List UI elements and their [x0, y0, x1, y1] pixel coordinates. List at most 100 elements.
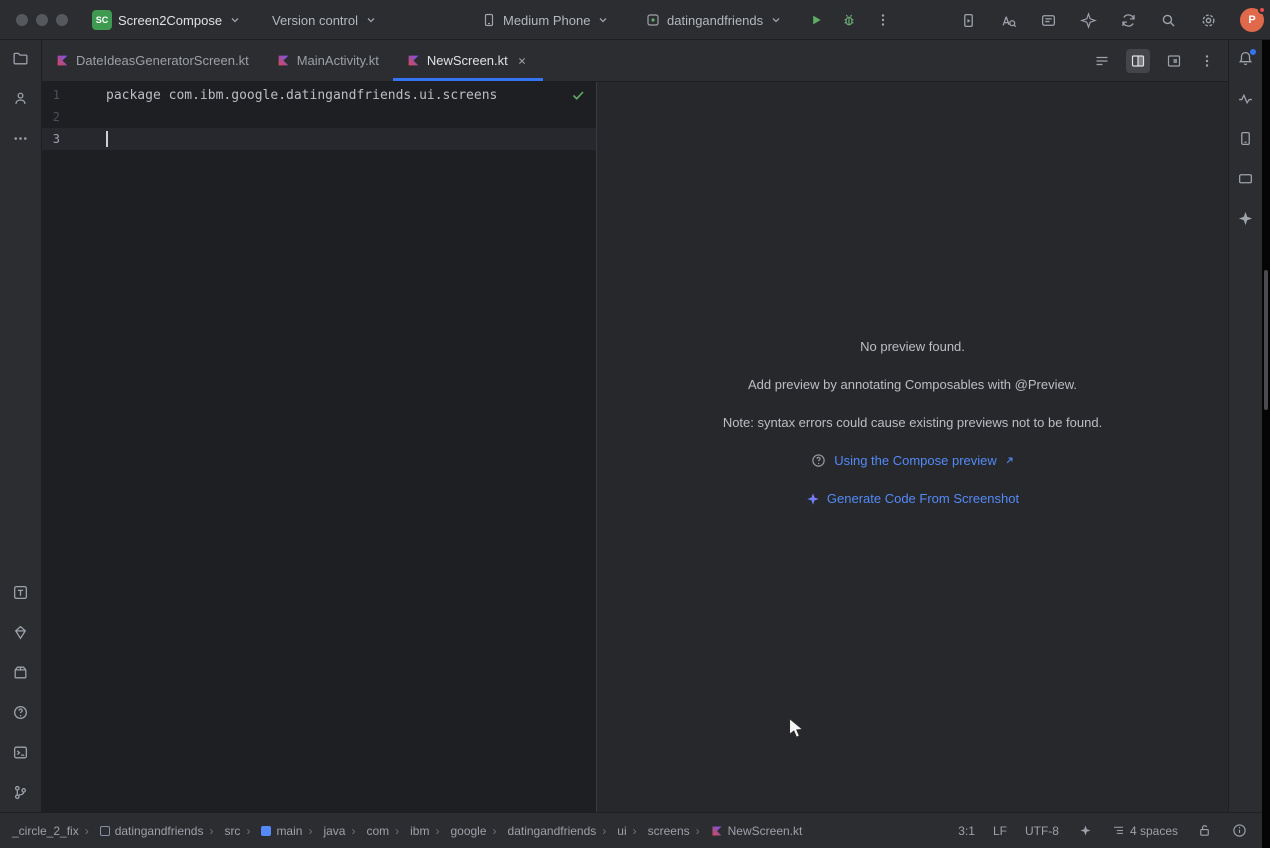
breadcrumb-item[interactable]: src: [207, 824, 242, 838]
build-tool-button[interactable]: [12, 664, 29, 681]
version-control-tool-button[interactable]: [12, 784, 29, 801]
layout-tool-button[interactable]: [12, 584, 29, 601]
design-view-button[interactable]: [1162, 49, 1186, 73]
check-icon: [570, 87, 586, 103]
breadcrumb-item[interactable]: datingandfriends: [491, 824, 599, 838]
code-text: com.ibm.google.datingandfriends.ui.scree…: [161, 88, 498, 103]
avatar-initial: P: [1248, 14, 1255, 26]
no-preview-message: No preview found.: [860, 338, 965, 355]
more-run-actions-button[interactable]: [870, 0, 895, 40]
breadcrumb-item[interactable]: datingandfriends: [83, 824, 206, 838]
generate-code-from-screenshot-link[interactable]: Generate Code From Screenshot: [806, 490, 1019, 507]
device-selector[interactable]: Medium Phone: [476, 0, 613, 40]
kotlin-icon: [407, 54, 420, 67]
run-configuration-label: datingandfriends: [667, 13, 763, 28]
collaboration-tool-button[interactable]: [12, 90, 29, 107]
debug-button[interactable]: [836, 0, 861, 40]
settings-button[interactable]: [1200, 12, 1217, 29]
breadcrumb-item[interactable]: main: [244, 824, 304, 838]
breadcrumb-item[interactable]: ui: [600, 824, 628, 838]
editor-scrollbar-track[interactable]: [1262, 40, 1270, 848]
minimize-window-button[interactable]: [36, 14, 48, 26]
tab-mainactivity[interactable]: MainActivity.kt: [263, 40, 393, 81]
encoding-widget[interactable]: UTF-8: [1025, 824, 1059, 838]
line-number[interactable]: 3: [42, 132, 106, 146]
scrollbar-thumb[interactable]: [1264, 270, 1268, 410]
run-button[interactable]: [803, 0, 828, 40]
editor-tab-bar: DateIdeasGeneratorScreen.kt MainActivity…: [42, 40, 1228, 82]
code-line-3[interactable]: 3: [42, 128, 596, 150]
code-keyword: package: [106, 88, 161, 103]
chevron-down-icon: [364, 14, 377, 27]
text-caret: [106, 131, 108, 147]
zoom-window-button[interactable]: [56, 14, 68, 26]
breadcrumb-item[interactable]: google: [433, 824, 488, 838]
tab-options-kebab-icon[interactable]: [1198, 52, 1215, 69]
terminal-tool-button[interactable]: [12, 744, 29, 761]
lock-open-icon[interactable]: [1196, 822, 1213, 839]
status-info-icon[interactable]: [1231, 822, 1248, 839]
project-tool-button[interactable]: [12, 50, 29, 67]
tab-label: NewScreen.kt: [427, 53, 508, 68]
version-control-label: Version control: [272, 13, 358, 28]
device-manager-tool-button[interactable]: [1237, 130, 1254, 147]
gemini-tool-button[interactable]: [1237, 210, 1254, 227]
search-button[interactable]: [1160, 12, 1177, 29]
close-window-button[interactable]: [16, 14, 28, 26]
code-editor[interactable]: 1 package com.ibm.google.datingandfriend…: [42, 82, 596, 812]
chevron-down-icon: [596, 14, 609, 27]
line-separator-widget[interactable]: LF: [993, 824, 1007, 838]
running-devices-tool-button[interactable]: [1237, 170, 1254, 187]
more-tool-windows-button[interactable]: [12, 130, 29, 147]
breadcrumb-item[interactable]: _circle_2_fix: [10, 824, 81, 838]
avatar[interactable]: P: [1240, 8, 1264, 32]
add-preview-message: Add preview by annotating Composables wi…: [748, 376, 1077, 393]
code-line-2[interactable]: 2: [42, 106, 596, 128]
tab-label: MainActivity.kt: [297, 53, 379, 68]
breadcrumb: _circle_2_fix datingandfriends src main …: [0, 824, 804, 838]
inspect-code-button[interactable]: [1000, 12, 1017, 29]
tab-newscreen[interactable]: NewScreen.kt: [393, 40, 543, 81]
project-selector[interactable]: SC Screen2Compose: [88, 0, 245, 40]
app-module-icon: [644, 12, 661, 29]
run-configuration-selector[interactable]: datingandfriends: [640, 0, 786, 40]
device-selector-label: Medium Phone: [503, 13, 590, 28]
notification-dot: [1250, 49, 1256, 55]
breadcrumb-item[interactable]: com: [349, 824, 391, 838]
tab-dateideasgeneratorscreen[interactable]: DateIdeasGeneratorScreen.kt: [42, 40, 263, 81]
play-icon: [807, 12, 824, 29]
running-devices-button[interactable]: [960, 12, 977, 29]
docs-link-label: Using the Compose preview: [834, 452, 997, 469]
breadcrumb-item[interactable]: ibm: [393, 824, 431, 838]
profiler-tool-button[interactable]: [1237, 90, 1254, 107]
notifications-button[interactable]: [1237, 50, 1254, 67]
compose-preview-docs-link[interactable]: Using the Compose preview: [810, 452, 1015, 469]
code-view-button[interactable]: [1090, 49, 1114, 73]
caret-position-widget[interactable]: 3:1: [958, 824, 975, 838]
module-icon: [100, 826, 110, 836]
project-badge-icon: SC: [92, 10, 112, 30]
logcat-button[interactable]: [1040, 12, 1057, 29]
assistant-button[interactable]: [1080, 12, 1097, 29]
avatar-notification-dot: [1258, 6, 1266, 14]
status-bar-widgets: 3:1 LF UTF-8 4 spaces: [958, 822, 1262, 839]
split-view-button[interactable]: [1126, 49, 1150, 73]
sync-project-button[interactable]: [1120, 12, 1137, 29]
inspections-status-widget[interactable]: [570, 87, 586, 108]
left-tool-window-bar: [0, 40, 42, 812]
ai-status-sparkle-icon[interactable]: [1077, 822, 1094, 839]
line-number[interactable]: 2: [42, 110, 106, 124]
close-tab-icon[interactable]: [515, 54, 529, 68]
indent-icon: [1112, 824, 1125, 837]
breadcrumb-item[interactable]: java: [306, 824, 347, 838]
breadcrumb-item-file[interactable]: NewScreen.kt: [694, 824, 805, 838]
window-controls: [16, 14, 68, 26]
breadcrumb-item[interactable]: screens: [631, 824, 692, 838]
resource-manager-tool-button[interactable]: [12, 624, 29, 641]
line-number[interactable]: 1: [42, 88, 106, 102]
bug-icon: [840, 12, 857, 29]
version-control-selector[interactable]: Version control: [268, 0, 381, 40]
help-tool-button[interactable]: [12, 704, 29, 721]
code-line-1[interactable]: 1 package com.ibm.google.datingandfriend…: [42, 84, 596, 106]
indent-widget[interactable]: 4 spaces: [1112, 824, 1178, 838]
